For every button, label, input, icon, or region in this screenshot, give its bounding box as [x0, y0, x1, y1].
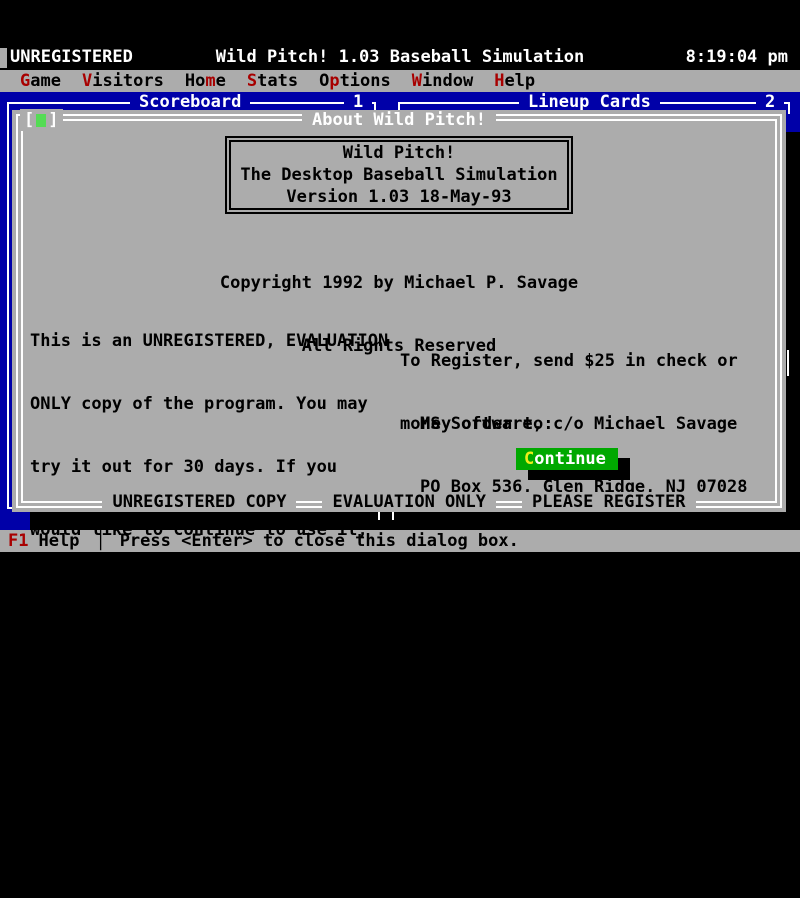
program-info-box: Wild Pitch! The Desktop Baseball Simulat… [225, 136, 573, 214]
program-version: Version 1.03 18-May-93 [231, 186, 567, 208]
menu-bar: Game Visitors Home Stats Options Window … [0, 70, 800, 92]
dialog-close-button[interactable]: [ ] [20, 109, 63, 131]
dialog-title-row: About Wild Pitch! [12, 110, 786, 130]
footer-label-register: PLEASE REGISTER [522, 492, 696, 512]
program-tagline: The Desktop Baseball Simulation [231, 164, 567, 186]
menu-item-game[interactable]: Game [20, 71, 61, 91]
footer-label-unregistered: UNREGISTERED COPY [102, 492, 296, 512]
about-dialog: About Wild Pitch! [ ] Wild Pitch! The De… [12, 110, 786, 512]
dialog-title: About Wild Pitch! [302, 110, 496, 130]
app-title: Wild Pitch! 1.03 Baseball Simulation [0, 47, 800, 67]
scoreboard-window-left-border [7, 102, 9, 509]
menu-item-home[interactable]: Home [185, 71, 226, 91]
menu-item-window[interactable]: Window [412, 71, 473, 91]
menu-item-stats[interactable]: Stats [247, 71, 298, 91]
menu-item-visitors[interactable]: Visitors [82, 71, 164, 91]
menu-item-options[interactable]: Options [319, 71, 391, 91]
lineup-window-corner [788, 102, 790, 114]
continue-button[interactable]: Continue [516, 448, 618, 470]
menu-item-help[interactable]: Help [494, 71, 535, 91]
window-border-stub [787, 350, 789, 376]
f1-help-key[interactable]: F1 [8, 531, 28, 551]
program-info-box-inner: Wild Pitch! The Desktop Baseball Simulat… [229, 140, 569, 210]
dialog-footer-row: UNREGISTERED COPY EVALUATION ONLY PLEASE… [12, 492, 786, 512]
window-border-stub [392, 512, 394, 520]
footer-label-evaluation: EVALUATION ONLY [322, 492, 496, 512]
evaluation-notice-text: This is an UNREGISTERED, EVALUATION ONLY… [30, 289, 388, 898]
close-box-icon [36, 114, 46, 127]
dialog-shadow-right [786, 132, 800, 530]
program-name: Wild Pitch! [231, 142, 567, 164]
app-title-bar: UNREGISTERED Wild Pitch! 1.03 Baseball S… [0, 45, 800, 70]
clock: 8:19:04 pm [686, 47, 788, 67]
